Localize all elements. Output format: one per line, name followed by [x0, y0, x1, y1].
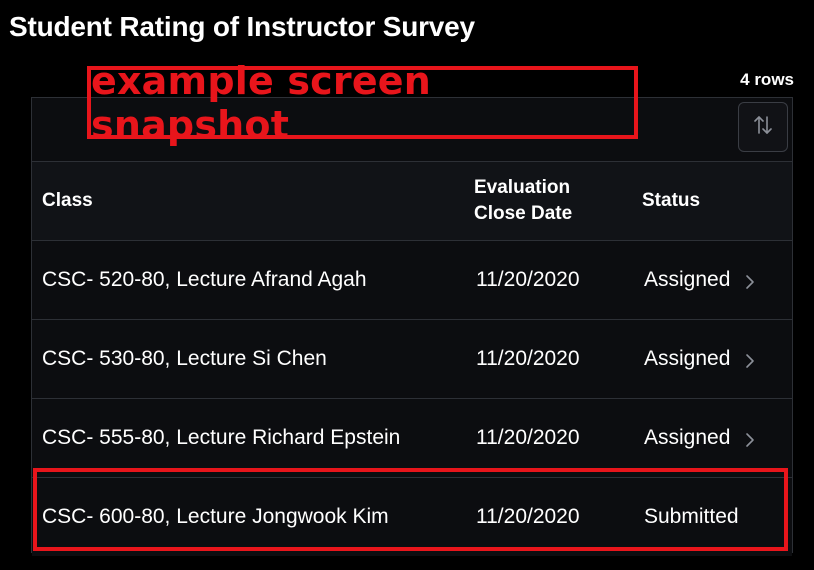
cell-status: Assigned	[634, 426, 792, 450]
status-text: Assigned	[644, 268, 731, 291]
page-title: Student Rating of Instructor Survey	[9, 11, 475, 42]
cell-class: CSC- 530-80, Lecture Si Chen	[42, 347, 327, 370]
header-status: Status	[642, 190, 701, 211]
chevron-right-icon[interactable]	[744, 352, 756, 370]
sort-button[interactable]	[738, 102, 788, 152]
status-text: Assigned	[644, 347, 731, 370]
cell-close-date: 11/20/2020	[476, 347, 580, 370]
cell-status: Submitted	[634, 505, 792, 529]
annotation-banner-text: example screen snapshot	[91, 58, 432, 147]
status-text: Assigned	[644, 426, 731, 449]
table-body: CSC- 520-80, Lecture Afrand Agah 11/20/20…	[32, 241, 792, 556]
cell-close-date: 11/20/2020	[476, 268, 580, 291]
sort-arrows-icon	[751, 113, 775, 142]
table-row[interactable]: CSC- 520-80, Lecture Afrand Agah 11/20/20…	[32, 241, 792, 320]
header-class: Class	[42, 190, 93, 211]
cell-close-date: 11/20/2020	[476, 426, 580, 449]
cell-status: Assigned	[634, 347, 792, 371]
survey-table-panel: Class Evaluation Close Date Status CSC- …	[31, 97, 793, 556]
row-count: 4 rows	[740, 70, 794, 89]
table-header: Class Evaluation Close Date Status	[32, 162, 792, 241]
chevron-right-icon[interactable]	[744, 273, 756, 291]
chevron-right-icon[interactable]	[744, 431, 756, 449]
cell-class: CSC- 600-80, Lecture Jongwook Kim	[42, 505, 389, 528]
annotation-banner: example screen snapshot	[87, 59, 638, 147]
cell-close-date: 11/20/2020	[476, 505, 580, 528]
table-row: CSC- 600-80, Lecture Jongwook Kim 11/20/2…	[32, 478, 792, 556]
status-text: Submitted	[644, 505, 739, 528]
cell-class: CSC- 555-80, Lecture Richard Epstein	[42, 426, 401, 449]
table-row[interactable]: CSC- 555-80, Lecture Richard Epstein 11/2…	[32, 399, 792, 478]
table-row[interactable]: CSC- 530-80, Lecture Si Chen 11/20/2020 As…	[32, 320, 792, 399]
cell-class: CSC- 520-80, Lecture Afrand Agah	[42, 268, 367, 291]
cell-status: Assigned	[634, 268, 792, 292]
header-close-date: Evaluation Close Date	[474, 177, 573, 224]
